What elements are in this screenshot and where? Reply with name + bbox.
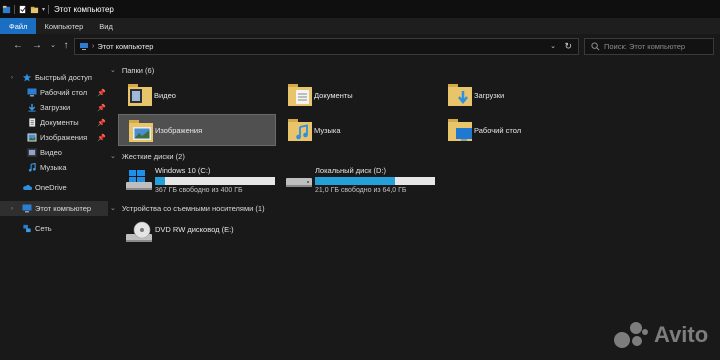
sidebar-item-onedrive[interactable]: OneDrive [0,180,108,195]
tab-file[interactable]: Файл [0,18,37,34]
video-folder-icon [128,84,152,106]
drive-c[interactable]: Windows 10 (C:) 367 ГБ свободно из 400 Г… [118,165,278,197]
disk-usage-bar [315,177,435,185]
pin-icon[interactable]: 📌 [97,119,106,127]
hard-drive-icon [286,178,312,187]
sidebar-item-desktop[interactable]: Рабочий стол 📌 [0,85,108,100]
pin-icon[interactable]: 📌 [97,89,106,97]
divider [14,4,15,14]
up-arrow-icon[interactable]: ↑ [60,40,72,52]
music-icon [28,163,36,172]
tab-computer[interactable]: Компьютер [36,18,91,34]
search-icon [591,42,600,51]
new-folder-icon[interactable] [30,5,39,14]
watermark: Avito [608,318,720,352]
sidebar-item-network[interactable]: Сеть [0,221,108,236]
address-dropdown-icon[interactable]: ⌄ [550,42,556,50]
computer-icon [80,43,88,50]
collapse-chevron-icon[interactable]: ⌄ [110,204,116,212]
collapse-chevron-icon[interactable]: ⌄ [110,66,116,74]
navigation-bar: ← → ⌄ ↑ › Этот компьютер ⌄ ↻ Поиск: Этот… [0,34,720,60]
disk-usage-fill [155,177,165,185]
avito-logo-icon [614,322,648,348]
sidebar-item-video[interactable]: Видео [0,145,108,160]
navigation-pane: › Быстрый доступ Рабочий стол 📌 Загрузки… [0,60,108,360]
window-title: Этот компьютер [54,4,114,14]
customize-toolbar-icon[interactable]: ▾ [42,6,45,13]
disk-usage-fill [315,177,396,185]
drive-e[interactable]: DVD RW дисковод (E:) [118,217,278,249]
quick-access-toolbar: ▾ [0,4,50,14]
watermark-text: Avito [654,322,709,347]
tab-view[interactable]: Вид [91,18,121,34]
sidebar-item-documents[interactable]: Документы 📌 [0,115,108,130]
section-header-removable[interactable]: ⌄ Устройства со съемными носителями (1) [108,202,265,214]
properties-icon[interactable] [18,5,27,14]
folder-video[interactable]: Видео [118,79,276,111]
content-pane: ⌄ Папки (6) Видео Документы Загрузки Изо… [108,60,720,360]
star-icon [22,73,32,82]
download-icon [28,103,36,112]
sidebar-item-music[interactable]: Музыка [0,160,108,175]
folder-desktop[interactable]: Рабочий стол [438,114,596,146]
pictures-icon [27,133,37,142]
section-header-drives[interactable]: ⌄ Жесткие диски (2) [108,150,185,162]
refresh-icon[interactable]: ↻ [564,41,572,52]
dvd-drive-icon [126,221,152,242]
folder-pictures[interactable]: Изображения [118,114,276,146]
divider [48,4,50,14]
network-icon [23,224,31,233]
explorer-icon [2,5,11,13]
folder-downloads[interactable]: Загрузки [438,79,596,111]
title-bar: ▾ Этот компьютер [0,0,720,18]
pin-icon[interactable]: 📌 [97,104,106,112]
recent-locations-chevron-icon[interactable]: ⌄ [47,40,59,52]
section-header-folders[interactable]: ⌄ Папки (6) [108,64,154,76]
music-folder-icon [288,119,312,141]
desktop-icon [27,88,37,97]
sidebar-item-pictures[interactable]: Изображения 📌 [0,130,108,145]
expand-chevron-icon[interactable]: › [11,206,13,212]
sidebar-item-quick-access[interactable]: › Быстрый доступ [0,70,108,85]
back-arrow-icon[interactable]: ← [12,40,24,52]
video-icon [27,148,37,157]
documents-folder-icon [288,84,312,106]
search-placeholder: Поиск: Этот компьютер [604,42,686,51]
ribbon-tabs: Файл Компьютер Вид [0,18,720,34]
downloads-folder-icon [448,84,472,106]
computer-icon [22,204,32,213]
breadcrumb[interactable]: Этот компьютер [97,42,153,51]
expand-chevron-icon[interactable]: › [11,75,13,81]
breadcrumb-chevron-icon[interactable]: › [92,43,94,50]
sidebar-item-downloads[interactable]: Загрузки 📌 [0,100,108,115]
folder-documents[interactable]: Документы [278,79,436,111]
folder-music[interactable]: Музыка [278,114,436,146]
address-bar[interactable]: › Этот компьютер ⌄ ↻ [74,38,579,55]
documents-icon [29,118,36,127]
pictures-folder-icon [129,120,153,142]
drive-d[interactable]: Локальный диск (D:) 21,0 ГБ свободно из … [278,165,438,197]
collapse-chevron-icon[interactable]: ⌄ [110,152,116,160]
desktop-folder-icon [448,119,472,141]
pin-icon[interactable]: 📌 [97,134,106,142]
forward-arrow-icon[interactable]: → [31,40,43,52]
cloud-icon [23,184,32,190]
sidebar-item-this-pc[interactable]: › Этот компьютер [0,201,108,216]
search-input[interactable]: Поиск: Этот компьютер [584,38,714,55]
disk-usage-bar [155,177,275,185]
windows-drive-icon [126,170,152,190]
